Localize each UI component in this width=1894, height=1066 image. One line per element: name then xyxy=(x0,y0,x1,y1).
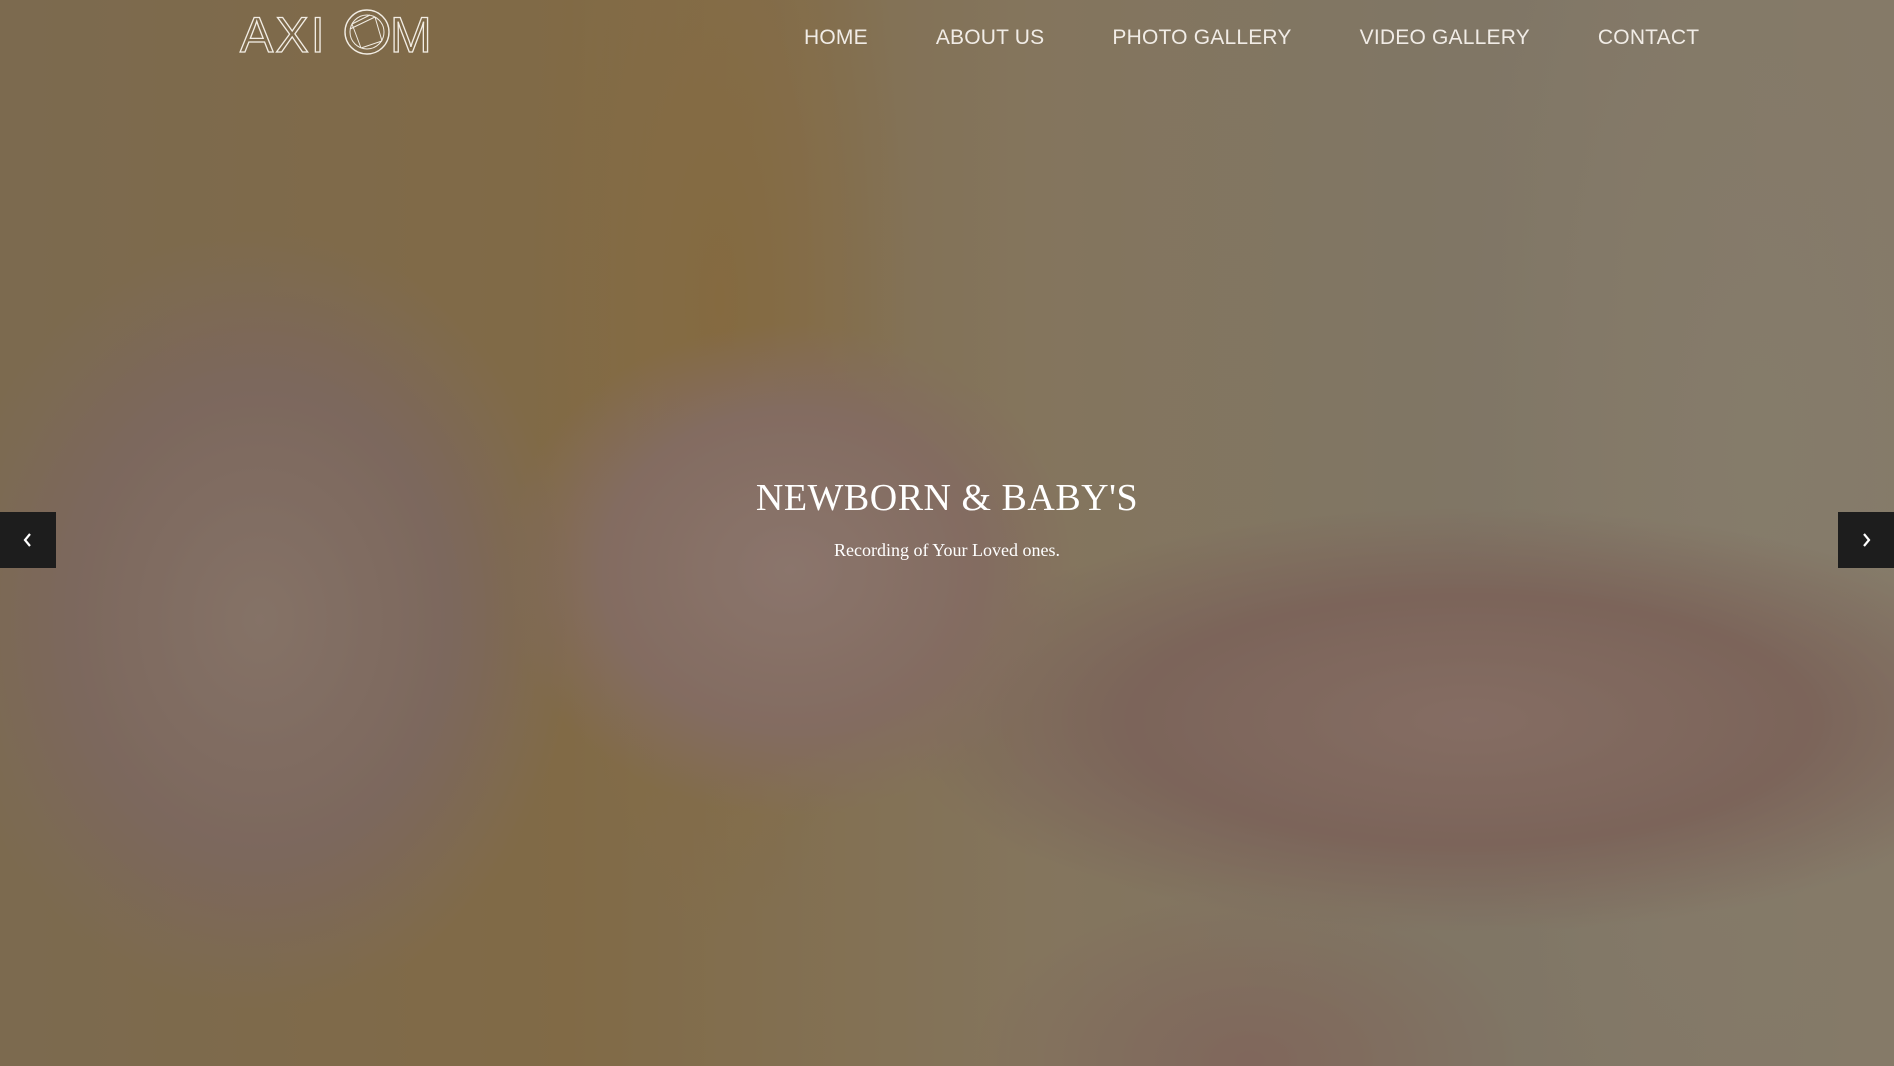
chevron-right-icon xyxy=(1863,533,1871,547)
nav-item-about-us[interactable]: ABOUT US xyxy=(902,22,1079,54)
logo-mark: AXI M xyxy=(239,6,434,63)
nav-item-photo-gallery[interactable]: PHOTO GALLERY xyxy=(1078,22,1325,54)
slide-title: NEWBORN & BABY'S xyxy=(755,477,1139,519)
slide-caption: NEWBORN & BABY'S Recording of Your Loved… xyxy=(0,476,1894,561)
site-logo[interactable]: AXI M xyxy=(238,6,443,63)
aperture-icon xyxy=(344,9,390,55)
nav-item-home[interactable]: HOME xyxy=(770,22,902,54)
nav-item-contact[interactable]: CONTACT xyxy=(1564,22,1733,54)
logo-wordmark: AXI xyxy=(240,7,327,58)
chevron-left-icon xyxy=(23,533,31,547)
page: AXI M HOME ABOUT US PHOTO GALLERY VIDEO … xyxy=(0,0,1894,1066)
main-nav: HOME ABOUT US PHOTO GALLERY VIDEO GALLER… xyxy=(770,22,1733,54)
logo-wordmark-end: M xyxy=(390,7,434,58)
nav-item-video-gallery[interactable]: VIDEO GALLERY xyxy=(1326,22,1564,54)
carousel-prev-button[interactable] xyxy=(0,512,56,568)
slide-subtitle: Recording of Your Loved ones. xyxy=(834,540,1060,560)
carousel-next-button[interactable] xyxy=(1838,512,1894,568)
